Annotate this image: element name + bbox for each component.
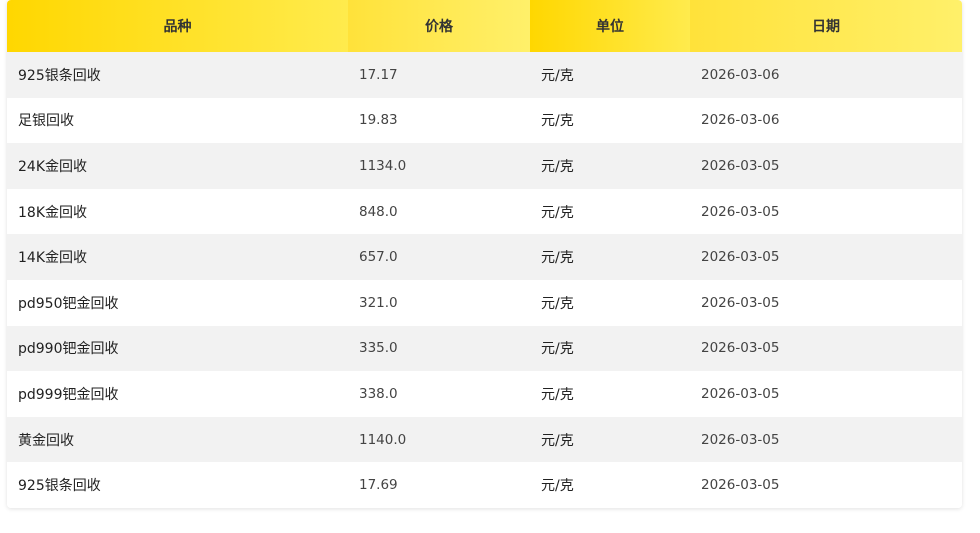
cell-unit: 元/克 [541,341,574,358]
cell-item: pd950钯金回收 [18,295,119,312]
cell-unit: 元/克 [541,432,574,449]
header-item: 品种 [7,0,348,52]
cell-item: 24K金回收 [18,158,87,175]
table-row: 黄金回收 1140.0 元/克 2026-03-05 [7,416,962,463]
cell-date: 2026-03-05 [701,203,780,220]
cell-item: pd990钯金回收 [18,341,119,358]
table-row: 14K金回收 657.0 元/克 2026-03-05 [7,234,962,280]
cell-item: 14K金回收 [18,250,87,267]
table-row: 24K金回收 1134.0 元/克 2026-03-05 [7,143,962,189]
cell-unit: 元/克 [541,386,574,403]
cell-date: 2026-03-06 [701,112,780,129]
cell-price: 19.83 [359,112,398,129]
cell-unit: 元/克 [541,204,574,221]
cell-unit: 元/克 [541,478,574,495]
price-table: 品种 价格 单位 日期 925银条回收 17.17 元/克 2026-03-06… [7,0,962,508]
table-row: pd990钯金回收 335.0 元/克 2026-03-05 [7,325,962,372]
cell-unit: 元/克 [541,250,574,267]
table-row: pd999钯金回收 338.0 元/克 2026-03-05 [7,371,962,417]
cell-date: 2026-03-05 [701,340,780,357]
cell-price: 17.69 [359,477,398,494]
cell-date: 2026-03-05 [701,157,780,174]
cell-unit: 元/克 [541,295,574,312]
cell-price: 338.0 [359,385,398,402]
cell-unit: 元/克 [541,158,574,175]
cell-date: 2026-03-05 [701,431,780,448]
header-unit: 单位 [530,0,690,52]
cell-price: 848.0 [359,203,398,220]
cell-unit: 元/克 [541,67,574,84]
table-row: 足银回收 19.83 元/克 2026-03-06 [7,97,962,144]
cell-price: 17.17 [359,66,398,83]
cell-item: pd999钯金回收 [18,386,119,403]
cell-price: 335.0 [359,340,398,357]
cell-item: 18K金回收 [18,204,87,221]
cell-date: 2026-03-05 [701,477,780,494]
cell-price: 1134.0 [359,157,407,174]
cell-item: 925银条回收 [18,67,101,84]
table-row: pd950钯金回收 321.0 元/克 2026-03-05 [7,279,962,326]
cell-price: 1140.0 [359,431,407,448]
table-header: 品种 价格 单位 日期 [7,0,962,52]
header-price: 价格 [348,0,530,52]
cell-unit: 元/克 [541,113,574,130]
cell-price: 657.0 [359,249,398,266]
cell-item: 925银条回收 [18,478,101,495]
table-row: 18K金回收 848.0 元/克 2026-03-05 [7,188,962,235]
cell-date: 2026-03-05 [701,249,780,266]
cell-date: 2026-03-05 [701,385,780,402]
cell-date: 2026-03-05 [701,294,780,311]
table-row: 925银条回收 17.69 元/克 2026-03-05 [7,462,962,508]
table-row: 925银条回收 17.17 元/克 2026-03-06 [7,52,962,98]
header-date: 日期 [690,0,962,52]
cell-date: 2026-03-06 [701,66,780,83]
cell-item: 足银回收 [18,113,74,130]
cell-item: 黄金回收 [18,432,74,449]
cell-price: 321.0 [359,294,398,311]
